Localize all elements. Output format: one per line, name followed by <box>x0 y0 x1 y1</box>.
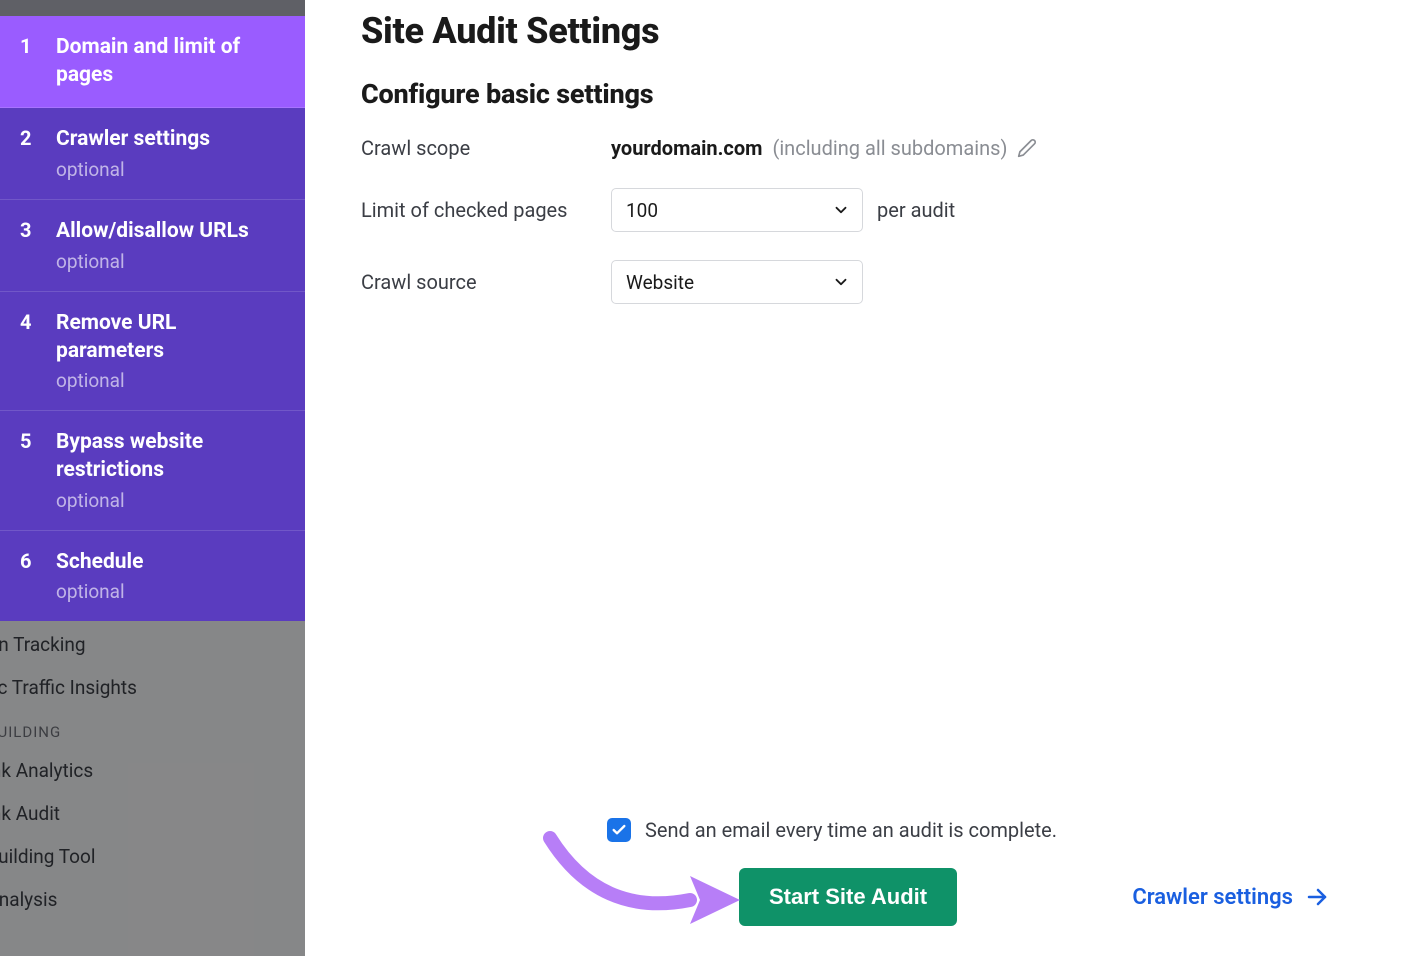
wizard-step-allow-disallow-urls[interactable]: 3 Allow/disallow URLs optional <box>0 200 305 292</box>
page-title: Site Audit Settings <box>361 10 1345 52</box>
crawl-scope-value: yourdomain.com (including all subdomains… <box>611 136 1037 160</box>
step-number: 3 <box>20 218 34 242</box>
crawl-scope-label: Crawl scope <box>361 136 611 160</box>
pencil-edit-icon[interactable] <box>1017 138 1037 158</box>
main-panel: Site Audit Settings Configure basic sett… <box>305 0 1401 956</box>
section-heading: Configure basic settings <box>361 78 1345 110</box>
limit-pages-suffix: per audit <box>877 198 955 222</box>
row-limit-pages: Limit of checked pages 100 per audit <box>361 188 1345 232</box>
wizard-step-crawler-settings[interactable]: 2 Crawler settings optional <box>0 108 305 200</box>
step-subtitle: optional <box>56 369 279 392</box>
step-title: Allow/disallow URLs <box>56 218 279 246</box>
step-title: Crawler settings <box>56 126 279 154</box>
step-number: 6 <box>20 549 34 573</box>
crawl-scope-domain: yourdomain.com <box>611 136 762 160</box>
footer: Send an email every time an audit is com… <box>305 818 1385 926</box>
next-step-link[interactable]: Crawler settings <box>1132 885 1329 910</box>
start-site-audit-button[interactable]: Start Site Audit <box>739 868 957 926</box>
chevron-down-icon <box>832 201 850 219</box>
step-title: Domain and limit of pages <box>56 34 279 89</box>
limit-pages-label: Limit of checked pages <box>361 198 611 222</box>
wizard-step-remove-url-parameters[interactable]: 4 Remove URL parameters optional <box>0 292 305 411</box>
limit-pages-value: 100 <box>626 199 658 222</box>
step-number: 2 <box>20 126 34 150</box>
step-title: Bypass website restrictions <box>56 429 279 484</box>
footer-actions: Start Site Audit Crawler settings <box>361 868 1329 926</box>
email-notify-label: Send an email every time an audit is com… <box>645 818 1057 842</box>
crawl-source-label: Crawl source <box>361 270 611 294</box>
email-notify-row: Send an email every time an audit is com… <box>607 818 1329 842</box>
next-step-label: Crawler settings <box>1132 885 1293 910</box>
row-crawl-source: Crawl source Website <box>361 260 1345 304</box>
step-title: Remove URL parameters <box>56 310 279 365</box>
step-subtitle: optional <box>56 158 279 181</box>
step-number: 1 <box>20 34 34 58</box>
crawl-source-select[interactable]: Website <box>611 260 863 304</box>
step-number: 4 <box>20 310 34 334</box>
step-number: 5 <box>20 429 34 453</box>
row-crawl-scope: Crawl scope yourdomain.com (including al… <box>361 136 1345 160</box>
wizard-step-domain-limit[interactable]: 1 Domain and limit of pages <box>0 16 305 108</box>
step-title: Schedule <box>56 549 279 577</box>
wizard-step-bypass-restrictions[interactable]: 5 Bypass website restrictions optional <box>0 411 305 530</box>
crawl-scope-note: (including all subdomains) <box>772 136 1007 160</box>
step-subtitle: optional <box>56 580 279 603</box>
step-subtitle: optional <box>56 250 279 273</box>
email-notify-checkbox[interactable] <box>607 818 631 842</box>
modal-overlay-top-strip <box>0 0 305 16</box>
limit-pages-select[interactable]: 100 <box>611 188 863 232</box>
crawl-source-value: Website <box>626 271 694 294</box>
chevron-down-icon <box>832 273 850 291</box>
wizard-sidebar: 1 Domain and limit of pages 2 Crawler se… <box>0 16 305 621</box>
wizard-step-schedule[interactable]: 6 Schedule optional <box>0 531 305 622</box>
arrow-right-icon <box>1305 885 1329 909</box>
step-subtitle: optional <box>56 489 279 512</box>
